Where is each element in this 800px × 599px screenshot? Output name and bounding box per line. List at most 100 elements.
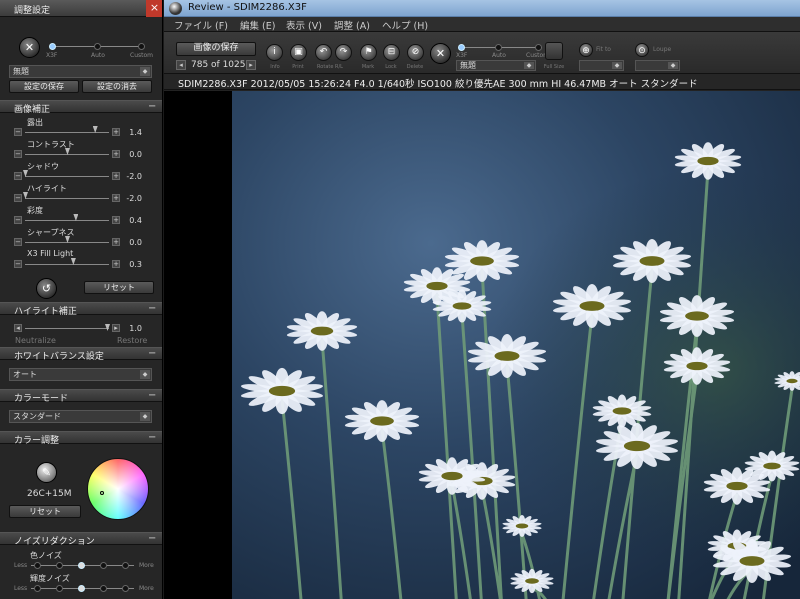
print-icon[interactable]: ▣ <box>290 44 307 61</box>
prev-image-button[interactable]: ◂ <box>176 60 186 70</box>
highlight-decrease-button[interactable]: ◂ <box>14 324 22 332</box>
clear-settings-button[interactable]: 設定の消去 <box>82 80 152 93</box>
toolbar-mode-label-x3f: X3F <box>456 52 468 59</box>
slider-increase-button[interactable]: + <box>112 194 120 202</box>
highlight-increase-button[interactable]: ▸ <box>112 324 120 332</box>
luma-noise-knob-3[interactable] <box>78 585 85 592</box>
auto-adjust-icon[interactable]: ↺ <box>36 278 57 299</box>
toolbar-mode-knob-auto[interactable] <box>495 44 502 51</box>
color-noise-knob-3[interactable] <box>78 562 85 569</box>
highlight-track <box>25 328 109 329</box>
info-icon[interactable]: i <box>266 44 283 61</box>
full-size-icon[interactable] <box>545 42 563 60</box>
slider-value: -2.0 <box>126 172 142 181</box>
slider-decrease-button[interactable]: − <box>14 172 22 180</box>
mode-knob-auto[interactable] <box>94 43 101 50</box>
mode-label-x3f: X3F <box>46 52 58 59</box>
section-noise-reduction[interactable]: ノイズリダクション − <box>0 532 162 547</box>
save-settings-button[interactable]: 設定の保存 <box>9 80 79 93</box>
delete-icon[interactable]: ⊘ <box>407 44 424 61</box>
collapse-icon[interactable]: − <box>148 432 157 443</box>
collapse-icon[interactable]: − <box>148 101 157 112</box>
mark-icon[interactable]: ⚑ <box>360 44 377 61</box>
toolbar-mode-label-auto: Auto <box>492 52 506 59</box>
section-highlight-correction[interactable]: ハイライト補正 − <box>0 302 162 317</box>
slider-increase-button[interactable]: + <box>112 150 120 158</box>
slider-decrease-button[interactable]: − <box>14 150 22 158</box>
slider-decrease-button[interactable]: − <box>14 128 22 136</box>
slider-label: ハイライト <box>27 184 67 193</box>
rotate-label: Rotate R/L <box>317 64 343 70</box>
next-image-button[interactable]: ▸ <box>246 60 256 70</box>
adjustment-panel: 調整設定 × ✕ X3F Auto Custom 無題 ◆ 設定の保存 設定の消… <box>0 0 163 599</box>
rotate-right-icon[interactable]: ↷ <box>335 44 352 61</box>
close-icon[interactable]: × <box>146 0 162 17</box>
collapse-icon[interactable]: − <box>148 303 157 314</box>
color-wheel-marker[interactable] <box>100 491 104 495</box>
section-white-balance[interactable]: ホワイトバランス設定 − <box>0 347 162 362</box>
mode-label-auto: Auto <box>91 52 105 59</box>
color-adjust-reset-button[interactable]: リセット <box>9 505 81 518</box>
color-noise-knob-4[interactable] <box>100 562 107 569</box>
slider-decrease-button[interactable]: − <box>14 194 22 202</box>
section-title: 画像補正 <box>14 105 51 115</box>
save-image-button[interactable]: 画像の保存 <box>176 42 256 56</box>
image-correction-reset-button[interactable]: リセット <box>84 281 154 294</box>
color-noise-knob-1[interactable] <box>34 562 41 569</box>
section-color-mode[interactable]: カラーモード − <box>0 389 162 404</box>
preset-select[interactable]: 無題 ◆ <box>9 65 152 78</box>
menu-edit[interactable]: 編集 (E) <box>240 18 275 32</box>
collapse-icon[interactable]: − <box>148 348 157 359</box>
loupe-icon[interactable]: ⊙ <box>635 43 649 57</box>
mode-knob-x3f[interactable] <box>49 43 56 50</box>
slider-decrease-button[interactable]: − <box>14 260 22 268</box>
color-noise-knob-2[interactable] <box>56 562 63 569</box>
image-viewer[interactable] <box>164 91 800 599</box>
eyedropper-icon[interactable]: ✎ <box>36 462 57 483</box>
luma-noise-knob-5[interactable] <box>122 585 129 592</box>
slider-increase-button[interactable]: + <box>112 128 120 136</box>
slider-increase-button[interactable]: + <box>112 260 120 268</box>
toolbar-preset-select[interactable]: 無題 ◆ <box>456 60 536 71</box>
menu-file[interactable]: ファイル (F) <box>174 18 228 32</box>
collapse-icon[interactable]: − <box>148 533 157 544</box>
color-wheel[interactable] <box>87 458 149 520</box>
delete-label: Delete <box>406 64 424 70</box>
fit-label: Fit to <box>596 46 611 53</box>
slider-increase-button[interactable]: + <box>112 238 120 246</box>
mode-dial-icon[interactable]: ✕ <box>19 37 40 58</box>
luma-noise-label: 輝度ノイズ <box>30 574 70 583</box>
slider-track <box>25 176 109 177</box>
mode-knob-custom[interactable] <box>138 43 145 50</box>
fit-select[interactable]: ◆ <box>579 60 624 71</box>
luma-noise-knob-4[interactable] <box>100 585 107 592</box>
loupe-select[interactable]: ◆ <box>635 60 680 71</box>
slider-decrease-button[interactable]: − <box>14 216 22 224</box>
slider-decrease-button[interactable]: − <box>14 238 22 246</box>
menu-view[interactable]: 表示 (V) <box>286 18 322 32</box>
slider-label: 露出 <box>27 118 43 127</box>
slider-label: X3 Fill Light <box>27 249 74 258</box>
toolbar: 画像の保存 ◂ 785 of 1025 ▸ i Info ▣ Print ↶ R… <box>164 32 800 74</box>
color-noise-knob-5[interactable] <box>122 562 129 569</box>
slider-increase-button[interactable]: + <box>112 216 120 224</box>
rotate-left-icon[interactable]: ↶ <box>315 44 332 61</box>
section-color-adjust[interactable]: カラー調整 − <box>0 431 162 446</box>
section-image-correction[interactable]: 画像補正 − <box>0 100 162 115</box>
toolbar-mode-knob-custom[interactable] <box>535 44 542 51</box>
slider-track <box>25 220 109 221</box>
luma-noise-knob-2[interactable] <box>56 585 63 592</box>
luma-noise-knob-1[interactable] <box>34 585 41 592</box>
slider-increase-button[interactable]: + <box>112 172 120 180</box>
lock-icon[interactable]: ⊟ <box>383 44 400 61</box>
toolbar-preset-value: 無題 <box>460 61 476 70</box>
menu-adjust[interactable]: 調整 (A) <box>334 18 370 32</box>
color-mode-select[interactable]: スタンダード ◆ <box>9 410 152 423</box>
collapse-icon[interactable]: − <box>148 390 157 401</box>
toolbar-mode-knob-x3f[interactable] <box>458 44 465 51</box>
white-balance-select[interactable]: オート ◆ <box>9 368 152 381</box>
mode-dial-icon[interactable]: ✕ <box>430 43 451 64</box>
fit-icon[interactable]: ⊕ <box>579 43 593 57</box>
slider-value: 0.0 <box>129 150 142 159</box>
menu-help[interactable]: ヘルプ (H) <box>382 18 428 32</box>
